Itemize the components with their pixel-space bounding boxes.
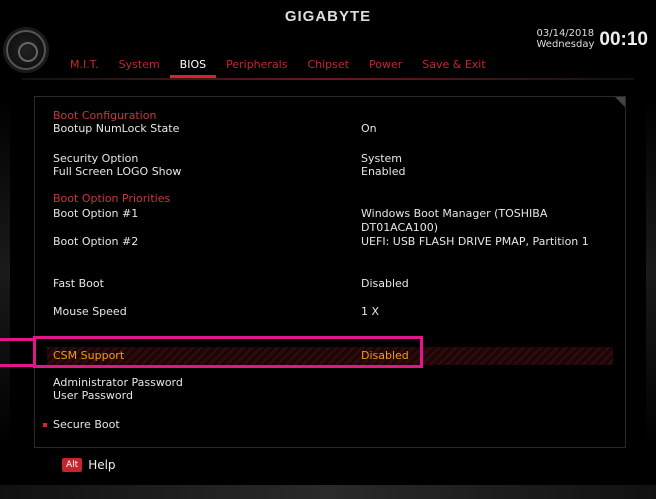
setting-label: Bootup NumLock State [53,122,180,135]
setting-value: On [361,122,377,135]
setting-label: Administrator Password [53,376,183,389]
setting-label: Full Screen LOGO Show [53,165,182,178]
submenu-bullet-icon [43,423,47,427]
setting-label: Fast Boot [53,277,104,290]
tab-mit[interactable]: M.I.T. [60,58,109,78]
panel-corner-decoration [615,97,625,107]
submenu-secure-boot[interactable]: Secure Boot [43,418,615,432]
setting-security-option[interactable]: Security Option System [53,152,615,166]
setting-value: Disabled [361,277,409,290]
setting-fast-boot[interactable]: Fast Boot Disabled [53,277,615,291]
setting-label: Secure Boot [53,418,120,431]
setting-value: Enabled [361,165,406,178]
help-button[interactable]: Alt Help [62,458,116,472]
brand-logo: GIGABYTE [284,8,372,25]
annotation-highlight-box [33,336,423,368]
setting-label: Boot Option #1 [53,207,139,220]
tab-chipset[interactable]: Chipset [297,58,359,78]
settings-panel: Boot Configuration Bootup NumLock State … [34,96,626,448]
date-text: 03/14/2018 [536,28,595,39]
setting-boot-option-1[interactable]: Boot Option #1 Windows Boot Manager (TOS… [53,207,615,234]
setting-user-password[interactable]: User Password [53,389,615,403]
bios-screen: GIGABYTE 03/14/2018 Wednesday 00:10 M.I.… [0,0,656,499]
gear-emblem-icon [6,30,46,70]
section-boot-configuration: Boot Configuration [53,109,157,122]
tab-bios[interactable]: BIOS [169,58,217,78]
section-boot-option-priorities: Boot Option Priorities [53,192,171,205]
help-label: Help [88,458,116,472]
main-tabs: M.I.T. System BIOS Peripherals Chipset P… [60,58,496,78]
header-divider [22,78,634,80]
tab-power[interactable]: Power [359,58,412,78]
setting-label: User Password [53,389,133,402]
setting-numlock[interactable]: Bootup NumLock State On [53,122,615,136]
left-edge-decoration [0,96,10,446]
bottom-bar-decoration [0,485,656,499]
setting-mouse-speed[interactable]: Mouse Speed 1 X [53,305,615,319]
setting-boot-option-2[interactable]: Boot Option #2 UEFI: USB FLASH DRIVE PMA… [53,235,615,249]
setting-label: Security Option [53,152,139,165]
tab-peripherals[interactable]: Peripherals [216,58,297,78]
right-edge-decoration [646,96,656,446]
setting-value: UEFI: USB FLASH DRIVE PMAP, Partition 1 [361,235,589,248]
tab-system[interactable]: System [109,58,170,78]
setting-admin-password[interactable]: Administrator Password [53,376,615,390]
setting-label: Boot Option #2 [53,235,139,248]
datetime-display: 03/14/2018 Wednesday 00:10 [536,28,648,50]
setting-value: Windows Boot Manager (TOSHIBA DT01ACA100… [361,207,548,234]
tab-save-exit[interactable]: Save & Exit [412,58,495,78]
setting-label: Mouse Speed [53,305,127,318]
day-text: Wednesday [536,39,595,50]
setting-value: System [361,152,403,165]
clock-text: 00:10 [599,29,648,50]
setting-logo-show[interactable]: Full Screen LOGO Show Enabled [53,165,615,179]
annotation-pointer-line [0,364,36,367]
annotation-pointer-line [0,338,36,341]
setting-value: 1 X [361,305,380,318]
alt-key-icon: Alt [62,458,83,472]
